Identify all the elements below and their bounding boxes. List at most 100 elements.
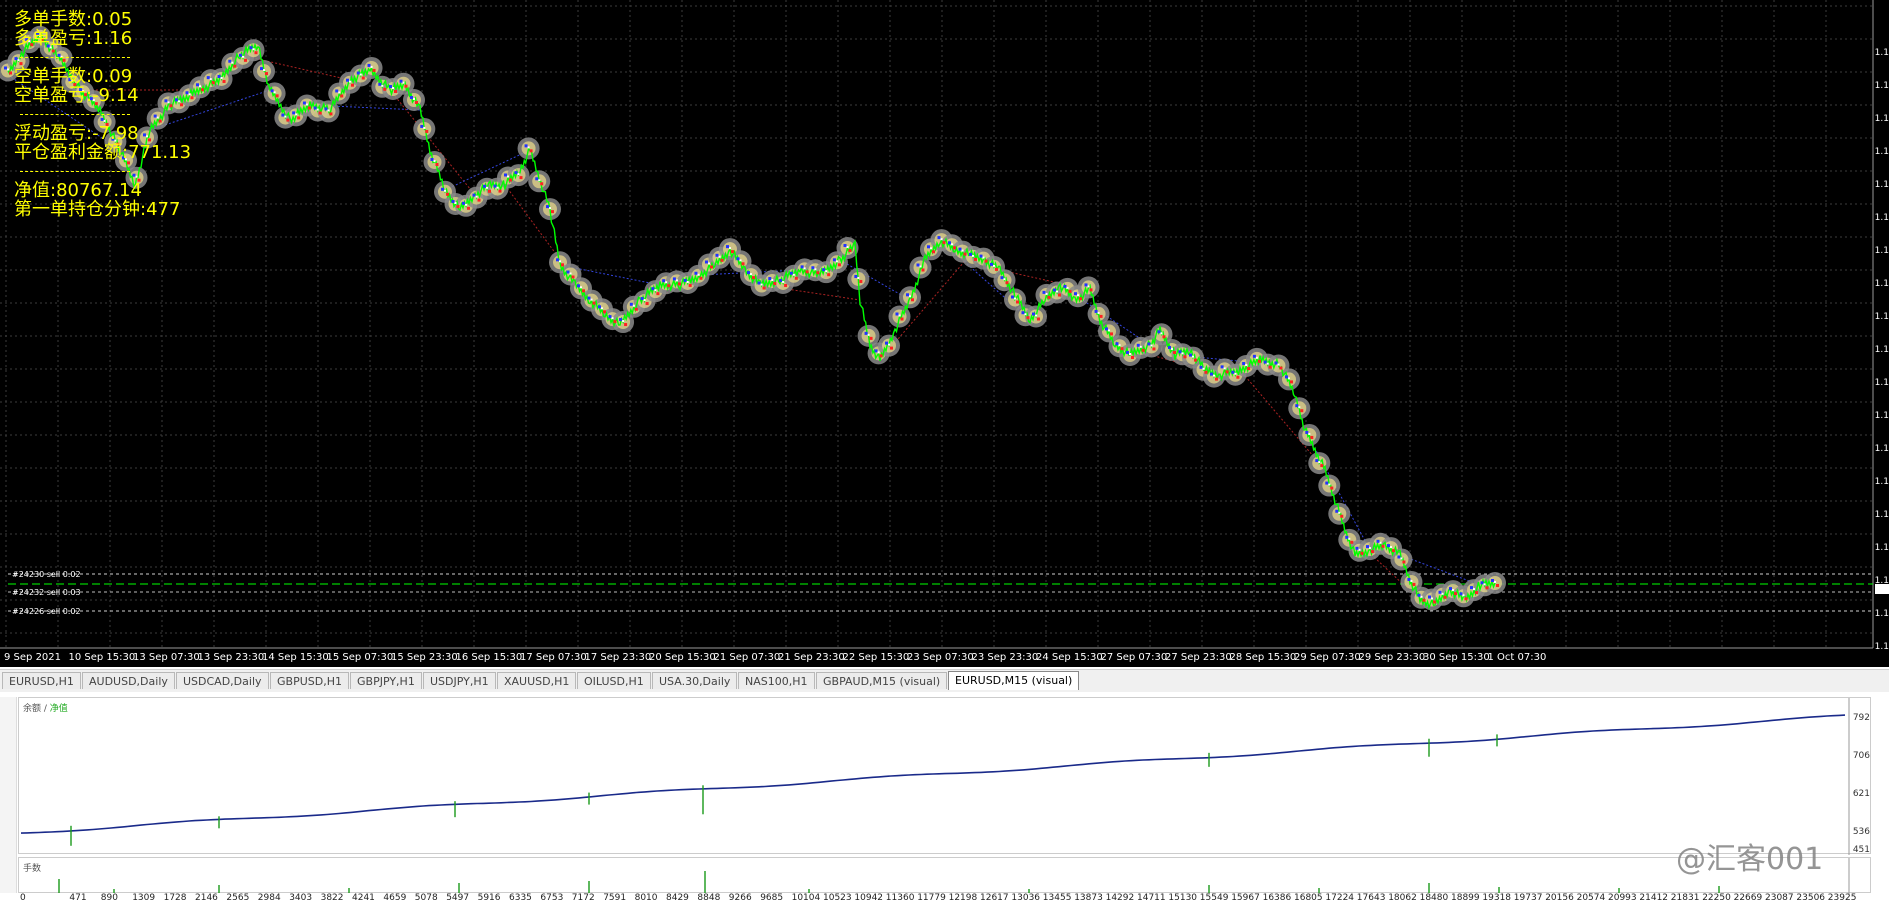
buy-marker xyxy=(608,315,612,319)
trade-tick-label: 2984 xyxy=(257,893,281,903)
sell-marker xyxy=(519,176,523,180)
sell-marker xyxy=(1320,464,1324,468)
buy-marker xyxy=(270,89,274,93)
buy-marker xyxy=(948,241,951,245)
watermark-text: @汇客001 xyxy=(1676,842,1824,877)
buy-marker xyxy=(916,263,920,267)
sell-marker xyxy=(265,72,268,76)
trade-tick-label: 1309 xyxy=(132,893,156,903)
price-tick-label: 1.1 xyxy=(1874,279,1889,289)
order-line-label[interactable]: #24226 sell 0.02 xyxy=(12,607,81,616)
buy-marker xyxy=(789,271,793,275)
sell-marker xyxy=(233,64,237,68)
marker-dot xyxy=(825,270,828,273)
price-chart-canvas[interactable] xyxy=(0,0,1889,667)
equity-tick-label: 621 xyxy=(1852,789,1870,799)
chart-tab[interactable]: NAS100,H1 xyxy=(738,672,815,689)
trade-tick-label: 17643 xyxy=(1356,893,1386,903)
sell-marker xyxy=(603,310,606,314)
buy-marker xyxy=(1042,290,1046,294)
price-tick-label: 1.1 xyxy=(1874,114,1889,124)
sell-marker xyxy=(677,282,681,286)
marker-dot xyxy=(1129,353,1131,355)
buy-marker xyxy=(958,247,962,251)
sell-marker xyxy=(592,301,596,305)
time-tick-label: 1 Oct 07:30 xyxy=(1487,652,1547,663)
marker-dot xyxy=(909,295,911,298)
marker-dot xyxy=(220,76,223,79)
price-chart[interactable]: 多单手数:0.05 多单盈亏:1.16 空单手数:0.09 空单盈亏:-9.14… xyxy=(0,0,1889,667)
sell-marker xyxy=(509,178,512,182)
chart-tab[interactable]: XAUUSD,H1 xyxy=(497,672,577,689)
buy-marker xyxy=(895,312,899,316)
marker-dot xyxy=(209,78,212,81)
chart-tab[interactable]: OILUSD,H1 xyxy=(577,672,651,689)
sell-marker xyxy=(1381,544,1385,548)
buy-marker xyxy=(420,124,424,128)
chart-tab[interactable]: EURUSD,H1 xyxy=(2,672,81,689)
sell-marker xyxy=(351,83,354,87)
sell-marker xyxy=(624,323,628,327)
trade-tick-label: 890 xyxy=(100,893,118,903)
sell-marker xyxy=(890,346,893,350)
lots-graph-canvas xyxy=(58,858,1850,894)
sell-marker xyxy=(1247,367,1251,371)
chart-tab-bar: EURUSD,H1 AUDUSD,Daily USDCAD,Daily GBPUSD,… xyxy=(0,669,1889,692)
chart-tab[interactable]: AUDUSD,Daily xyxy=(82,672,175,689)
marker-dot xyxy=(590,298,593,301)
price-tick-label: 1.1 xyxy=(1874,411,1889,421)
chart-tab[interactable]: EURUSD,M15 (visual) xyxy=(948,671,1080,690)
marker-dot xyxy=(580,286,582,289)
sell-marker xyxy=(1464,597,1468,601)
chart-tab[interactable]: GBPJPY,H1 xyxy=(350,672,422,689)
buy-marker xyxy=(1305,430,1309,434)
chart-tab[interactable]: GBPUSD,H1 xyxy=(270,672,349,689)
price-tick-label: 1.1 xyxy=(1874,180,1889,190)
sell-marker xyxy=(1152,347,1156,351)
buy-marker xyxy=(1147,342,1151,346)
chart-tab[interactable]: USA.30,Daily xyxy=(652,672,738,689)
sell-marker xyxy=(9,71,12,75)
closed-profit-text: 平仓盈利金额:771.13 xyxy=(14,142,192,163)
sell-marker xyxy=(529,149,533,153)
marker-dot xyxy=(496,186,499,189)
trade-tick-label: 4659 xyxy=(383,893,407,903)
current-price-marker xyxy=(1875,584,1889,594)
marker-dot xyxy=(940,238,943,241)
sell-marker xyxy=(1371,550,1374,554)
sell-marker xyxy=(1183,355,1187,359)
sell-marker xyxy=(582,289,585,293)
buy-marker xyxy=(367,63,371,67)
buy-marker xyxy=(1168,346,1171,349)
sell-marker xyxy=(859,279,863,283)
buy-marker xyxy=(598,305,601,309)
buy-marker xyxy=(979,254,983,258)
order-line-label[interactable]: #24232 sell 0.03 xyxy=(12,588,81,597)
buy-marker xyxy=(1428,595,1431,599)
marker-dot xyxy=(919,265,922,268)
marker-dot xyxy=(1192,355,1194,358)
sell-marker xyxy=(974,257,977,261)
time-tick-label: 23 Sep 07:30 xyxy=(907,652,974,663)
chart-tab[interactable]: GBPAUD,M15 (visual) xyxy=(816,672,948,689)
chart-tab[interactable]: USDCAD,Daily xyxy=(176,672,269,689)
buy-marker xyxy=(683,278,687,282)
marker-dot xyxy=(263,69,265,72)
sell-marker xyxy=(244,58,247,62)
sell-marker xyxy=(307,106,311,110)
time-tick-label: 17 Sep 07:30 xyxy=(520,652,587,663)
marker-dot xyxy=(423,126,426,129)
sell-marker xyxy=(837,263,841,267)
equity-graph-canvas xyxy=(20,698,1850,855)
buy-marker xyxy=(662,279,666,283)
chart-tab[interactable]: USDJPY,H1 xyxy=(423,672,496,689)
overlay-divider xyxy=(14,48,191,67)
buy-marker xyxy=(1274,361,1278,365)
price-tick-label: 1.1 xyxy=(1874,609,1889,619)
marker-dot xyxy=(729,247,731,250)
left-scrollbar[interactable] xyxy=(0,697,17,893)
marker-dot xyxy=(622,320,625,323)
order-line-label[interactable]: #24230 sell 0.02 xyxy=(12,570,81,579)
sell-marker xyxy=(667,284,671,288)
marker-dot xyxy=(1077,294,1079,297)
